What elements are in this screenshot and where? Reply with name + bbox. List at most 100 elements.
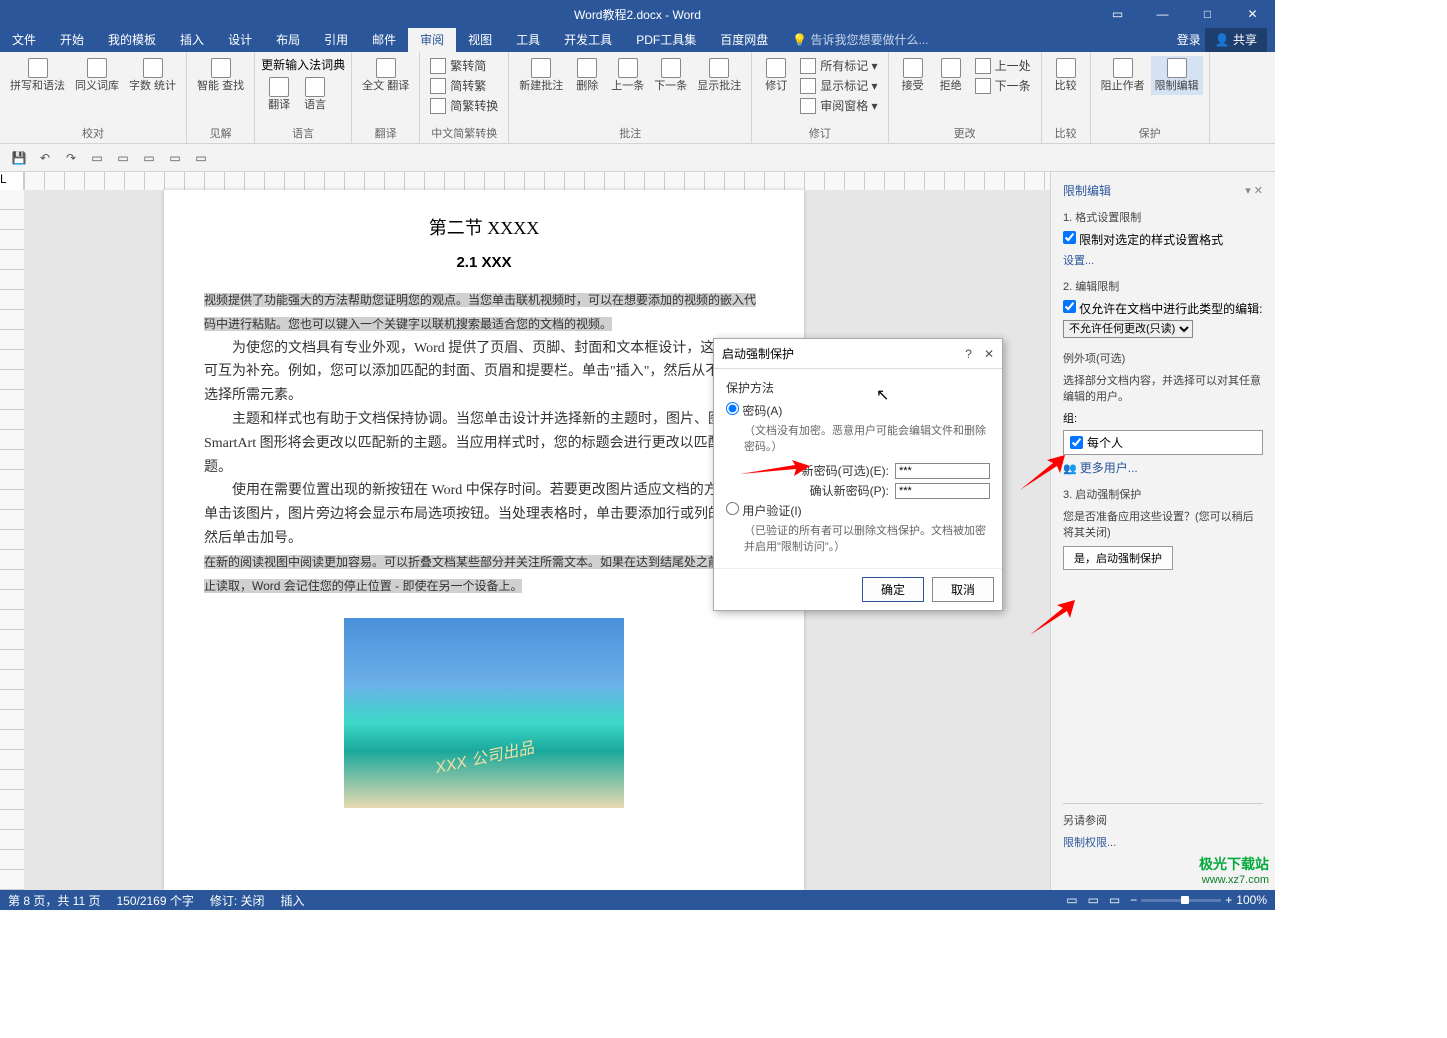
- show-comments-button[interactable]: 显示批注: [693, 56, 745, 95]
- simp-trad-convert-button[interactable]: 简繁转换: [426, 96, 502, 115]
- vertical-ruler[interactable]: [0, 190, 24, 890]
- compare-button[interactable]: 比较: [1048, 56, 1084, 95]
- qat-icon[interactable]: ▭: [138, 147, 160, 169]
- ribbon-toggle-icon[interactable]: ▭: [1095, 0, 1140, 28]
- show-markup-dropdown[interactable]: 显示标记 ▾: [796, 76, 881, 95]
- password-radio[interactable]: 密码(A): [726, 402, 990, 419]
- tab-design[interactable]: 设计: [216, 27, 264, 52]
- next-change-button[interactable]: 下一条: [971, 76, 1035, 95]
- trad-to-simp-button[interactable]: 繁转简: [426, 56, 502, 75]
- start-enforce-button[interactable]: 是，启动强制保护: [1063, 546, 1173, 570]
- zoom-in-icon[interactable]: +: [1225, 893, 1232, 907]
- ok-button[interactable]: 确定: [862, 577, 924, 602]
- qat-icon[interactable]: ▭: [112, 147, 134, 169]
- dialog-close-icon[interactable]: ✕: [984, 347, 994, 361]
- edit-type-select[interactable]: 不允许任何更改(只读): [1063, 320, 1193, 338]
- reviewing-pane-dropdown[interactable]: 审阅窗格 ▾: [796, 96, 881, 115]
- next-comment-button[interactable]: 下一条: [650, 56, 691, 95]
- view-web-icon[interactable]: ▭: [1109, 893, 1120, 907]
- qat-icon[interactable]: ▭: [164, 147, 186, 169]
- dialog-titlebar[interactable]: 启动强制保护 ? ✕: [714, 339, 1002, 369]
- redo-icon[interactable]: ↷: [60, 147, 82, 169]
- ribbon: 拼写和语法 同义词库 字数 统计 校对 智能 查找 见解 更新输入法词典 翻译 …: [0, 52, 1275, 144]
- tab-developer[interactable]: 开发工具: [552, 27, 624, 52]
- tab-tools[interactable]: 工具: [504, 27, 552, 52]
- confirm-password-label: 确认新密码(P):: [810, 482, 889, 499]
- spelling-button[interactable]: 拼写和语法: [6, 56, 69, 95]
- annotation-arrow: [1015, 455, 1065, 490]
- tab-references[interactable]: 引用: [312, 27, 360, 52]
- tab-pdf[interactable]: PDF工具集: [624, 27, 708, 52]
- minimize-icon[interactable]: —: [1140, 0, 1185, 28]
- settings-link[interactable]: 设置...: [1063, 252, 1263, 268]
- edit-restrict-checkbox[interactable]: 仅允许在文档中进行此类型的编辑:: [1063, 300, 1263, 317]
- markup-dropdown[interactable]: 所有标记 ▾: [796, 56, 881, 75]
- heading-section: 第二节 XXXX: [204, 214, 764, 240]
- zoom-control[interactable]: − + 100%: [1130, 893, 1267, 907]
- insert-mode[interactable]: 插入: [281, 892, 305, 909]
- thesaurus-button[interactable]: 同义词库: [71, 56, 123, 95]
- restrict-editing-pane: 限制编辑▾ ✕ 1. 格式设置限制 限制对选定的样式设置格式 设置... 2. …: [1050, 172, 1275, 890]
- share-button[interactable]: 👤 共享: [1205, 27, 1267, 52]
- user-auth-radio[interactable]: 用户验证(I): [726, 502, 990, 519]
- prev-change-button[interactable]: 上一处: [971, 56, 1035, 75]
- exceptions-note: 选择部分文档内容，并选择可以对其任意编辑的用户。: [1063, 372, 1263, 404]
- help-icon[interactable]: ?: [965, 347, 972, 361]
- translate-button[interactable]: 翻译: [261, 75, 297, 114]
- format-restrict-checkbox[interactable]: 限制对选定的样式设置格式: [1063, 231, 1263, 248]
- tab-layout[interactable]: 布局: [264, 27, 312, 52]
- qat-icon[interactable]: ▭: [86, 147, 108, 169]
- wordcount-button[interactable]: 字数 统计: [125, 56, 180, 95]
- block-authors-button[interactable]: 阻止作者: [1097, 56, 1149, 95]
- tab-mailings[interactable]: 邮件: [360, 27, 408, 52]
- accept-button[interactable]: 接受: [895, 56, 931, 95]
- view-print-icon[interactable]: ▭: [1088, 893, 1099, 907]
- view-read-icon[interactable]: ▭: [1066, 893, 1077, 907]
- tab-baidu[interactable]: 百度网盘: [708, 27, 780, 52]
- full-translate-button[interactable]: 全文 翻译: [358, 56, 413, 95]
- track-status[interactable]: 修订: 关闭: [210, 892, 265, 909]
- smartlookup-button[interactable]: 智能 查找: [193, 56, 248, 95]
- qat-icon[interactable]: ▭: [190, 147, 212, 169]
- word-count[interactable]: 150/2169 个字: [116, 892, 193, 909]
- tab-review[interactable]: 审阅: [408, 27, 456, 52]
- tab-templates[interactable]: 我的模板: [96, 27, 168, 52]
- zoom-slider[interactable]: [1141, 899, 1221, 902]
- language-button[interactable]: 语言: [297, 75, 333, 114]
- zoom-level[interactable]: 100%: [1236, 893, 1267, 907]
- tab-insert[interactable]: 插入: [168, 27, 216, 52]
- pane-close-icon[interactable]: ▾ ✕: [1245, 184, 1263, 197]
- document-page[interactable]: 第二节 XXXX 2.1 XXX 视频提供了功能强大的方法帮助您证明您的观点。当…: [164, 190, 804, 890]
- restrict-editing-button[interactable]: 限制编辑: [1151, 56, 1203, 95]
- para: 为使您的文档具有专业外观，Word 提供了页眉、页脚、封面和文本框设计，这些设计…: [204, 337, 764, 408]
- restrict-permission-link[interactable]: 限制权限...: [1063, 834, 1263, 850]
- tab-file[interactable]: 文件: [0, 27, 48, 52]
- ruler-corner: L: [0, 172, 24, 190]
- tab-view[interactable]: 视图: [456, 27, 504, 52]
- zoom-out-icon[interactable]: −: [1130, 893, 1137, 907]
- close-icon[interactable]: ✕: [1230, 0, 1275, 28]
- simp-to-trad-button[interactable]: 简转繁: [426, 76, 502, 95]
- delete-comment-button[interactable]: 删除: [569, 56, 605, 95]
- page-indicator[interactable]: 第 8 页，共 11 页: [8, 892, 100, 909]
- reject-button[interactable]: 拒绝: [933, 56, 969, 95]
- update-ime-button[interactable]: 更新输入法词典: [261, 56, 345, 73]
- tab-home[interactable]: 开始: [48, 27, 96, 52]
- maximize-icon[interactable]: □: [1185, 0, 1230, 28]
- new-comment-button[interactable]: 新建批注: [515, 56, 567, 95]
- para: 使用在需要位置出现的新按钮在 Word 中保存时间。若要更改图片适应文档的方式，…: [204, 479, 764, 550]
- prev-comment-button[interactable]: 上一条: [607, 56, 648, 95]
- cancel-button[interactable]: 取消: [932, 577, 994, 602]
- more-users-link[interactable]: 👥 更多用户...: [1063, 459, 1263, 476]
- section-3-note: 您是否准备应用这些设置？(您可以稍后将其关闭): [1063, 508, 1263, 540]
- undo-icon[interactable]: ↶: [34, 147, 56, 169]
- group-everyone[interactable]: 每个人: [1063, 430, 1263, 455]
- track-changes-button[interactable]: 修订: [758, 56, 794, 95]
- confirm-password-input[interactable]: [895, 483, 990, 499]
- annotation-arrow: [740, 460, 810, 480]
- dialog-title: 启动强制保护: [722, 345, 794, 362]
- login-button[interactable]: 登录: [1177, 31, 1201, 48]
- tell-me[interactable]: 💡 告诉我您想要做什么...: [788, 27, 932, 52]
- save-icon[interactable]: 💾: [8, 147, 30, 169]
- new-password-input[interactable]: [895, 463, 990, 479]
